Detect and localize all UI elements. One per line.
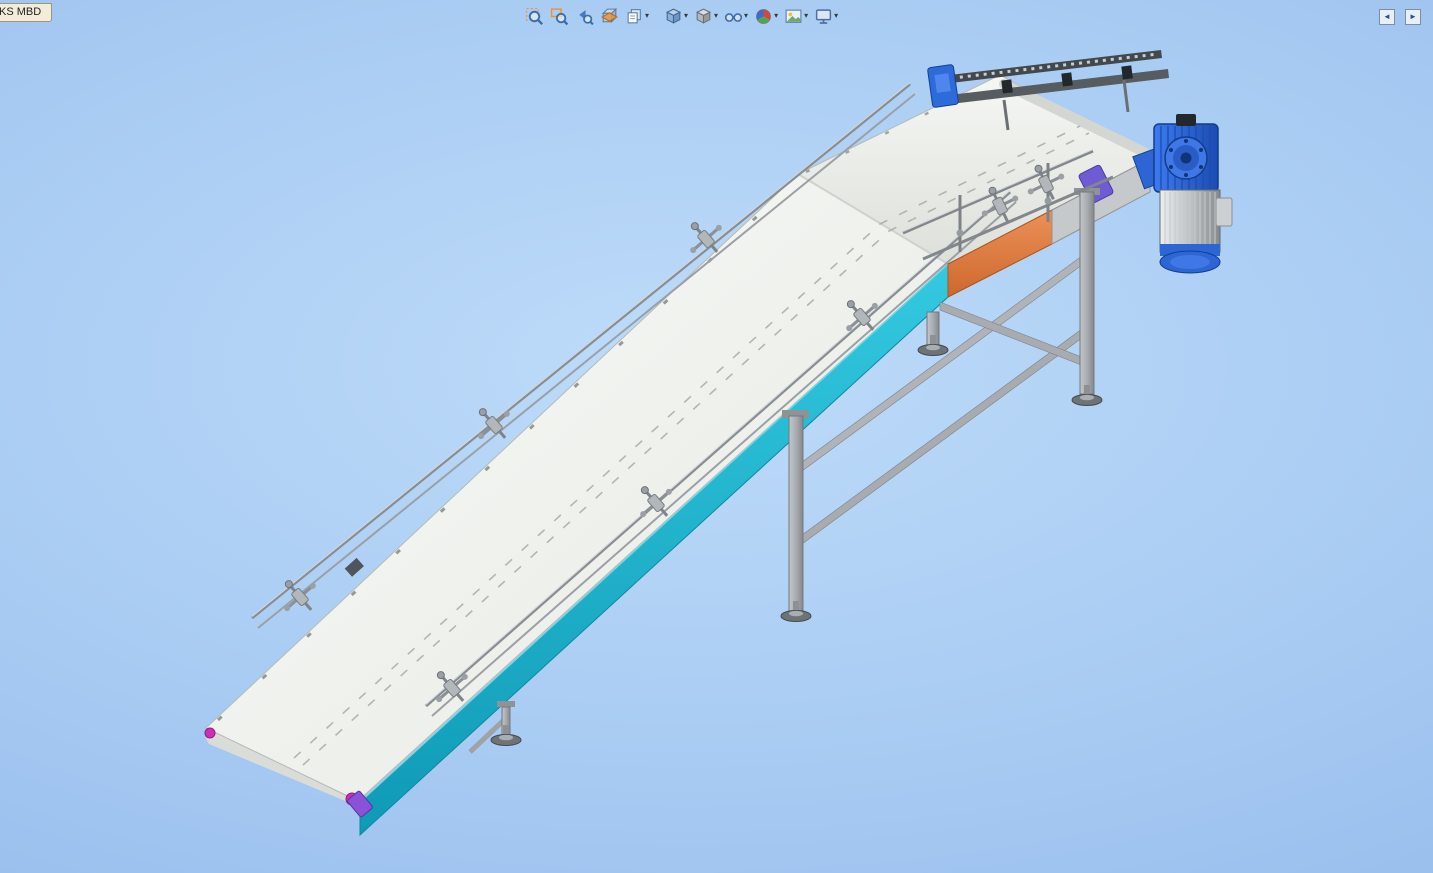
dropdown-caret-icon[interactable]: ▾ bbox=[744, 12, 748, 20]
dropdown-caret-icon[interactable]: ▾ bbox=[684, 12, 688, 20]
terminal-box[interactable] bbox=[1215, 197, 1233, 227]
dropdown-caret-icon[interactable]: ▾ bbox=[804, 12, 808, 20]
taskpane-collapse-right-button[interactable]: ► bbox=[1405, 9, 1421, 25]
apply-scene-button[interactable]: ▾ bbox=[782, 4, 810, 28]
stand-leg-front[interactable] bbox=[788, 415, 804, 613]
display-style-button[interactable]: ▾ bbox=[692, 4, 720, 28]
annotation-views-button[interactable]: ▾ bbox=[623, 4, 651, 28]
taskpane-collapse-left-button[interactable]: ◄ bbox=[1379, 9, 1395, 25]
previous-view-icon bbox=[579, 9, 594, 25]
gearbox-cap bbox=[1176, 114, 1196, 126]
leveling-foot[interactable] bbox=[780, 600, 812, 622]
zoom-to-fit-icon bbox=[526, 7, 544, 25]
section-view-button[interactable] bbox=[598, 4, 621, 28]
view-orientation-icon bbox=[666, 8, 682, 24]
gearbox-hub bbox=[1180, 152, 1192, 164]
leveling-foot[interactable] bbox=[917, 334, 949, 356]
clamp-bracket-face bbox=[934, 73, 951, 93]
frame-link bbox=[1122, 79, 1130, 113]
clamp-block[interactable] bbox=[1001, 79, 1013, 94]
dropdown-caret-icon[interactable]: ▾ bbox=[714, 12, 718, 20]
edit-appearance-icon bbox=[756, 8, 771, 24]
previous-view-button[interactable] bbox=[573, 4, 596, 28]
tail-cap-magenta[interactable] bbox=[204, 727, 216, 739]
leg-mount-plate bbox=[497, 701, 515, 707]
edge-sensor-tab[interactable] bbox=[344, 557, 364, 577]
view-orientation-button[interactable]: ▾ bbox=[662, 4, 690, 28]
fan-cover-inner bbox=[1170, 255, 1210, 269]
clamp-knob[interactable] bbox=[1044, 197, 1052, 205]
zoom-to-fit-button[interactable] bbox=[523, 4, 546, 28]
zoom-to-area-button[interactable] bbox=[548, 4, 571, 28]
dropdown-caret-icon[interactable]: ▾ bbox=[645, 12, 649, 20]
stand-leg-rear[interactable] bbox=[1079, 191, 1095, 395]
clamp-block[interactable] bbox=[1121, 65, 1133, 80]
toolbar-separator bbox=[652, 16, 661, 17]
heads-up-view-toolbar: ▾ ▾ ▾ ▾ ▾ ▾ ▾ bbox=[522, 4, 841, 28]
belt-incline-surface[interactable] bbox=[205, 173, 949, 802]
zoom-to-area-icon bbox=[550, 7, 569, 25]
clamp-knob[interactable] bbox=[956, 229, 964, 237]
view-settings-icon bbox=[815, 8, 832, 24]
dropdown-caret-icon[interactable]: ▾ bbox=[774, 12, 778, 20]
dropdown-caret-icon[interactable]: ▾ bbox=[834, 12, 838, 20]
viewport-3d[interactable] bbox=[0, 0, 1433, 873]
display-style-icon bbox=[696, 8, 712, 24]
hide-show-items-icon bbox=[724, 12, 743, 22]
apply-scene-icon bbox=[785, 9, 802, 23]
solidworks-mbd-tab[interactable]: KS MBD bbox=[0, 3, 53, 22]
section-view-icon bbox=[601, 7, 618, 23]
hide-show-items-button[interactable]: ▾ bbox=[722, 4, 750, 28]
clamp-block[interactable] bbox=[1061, 72, 1073, 87]
view-settings-button[interactable]: ▾ bbox=[812, 4, 840, 28]
edit-appearance-button[interactable]: ▾ bbox=[752, 4, 780, 28]
leveling-foot[interactable] bbox=[1071, 384, 1103, 406]
annotation-views-icon bbox=[627, 8, 641, 23]
